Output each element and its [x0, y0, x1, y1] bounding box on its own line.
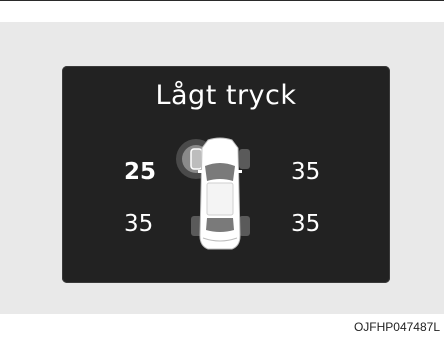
front-left-tire-pressure: 25 [124, 159, 157, 185]
car-top-view-icon [176, 137, 250, 250]
left-mirror [198, 170, 202, 173]
top-rule [0, 0, 444, 1]
rear-right-tire-pressure: 35 [291, 211, 321, 237]
right-mirror [238, 170, 242, 173]
windshield [205, 163, 235, 181]
front-right-wheel [239, 149, 250, 169]
front-right-tire-pressure: 35 [291, 159, 321, 185]
rear-window [206, 218, 234, 232]
figure-code: OJFHP047487L [353, 320, 440, 334]
low-pressure-title: Lågt tryck [155, 80, 297, 111]
rear-left-tire-pressure: 35 [124, 211, 154, 237]
tpms-display: Lågt tryck 25 35 35 35 [62, 66, 390, 283]
front-left-wheel [190, 148, 203, 170]
rear-right-wheel [239, 216, 250, 236]
car-roof [206, 182, 234, 216]
